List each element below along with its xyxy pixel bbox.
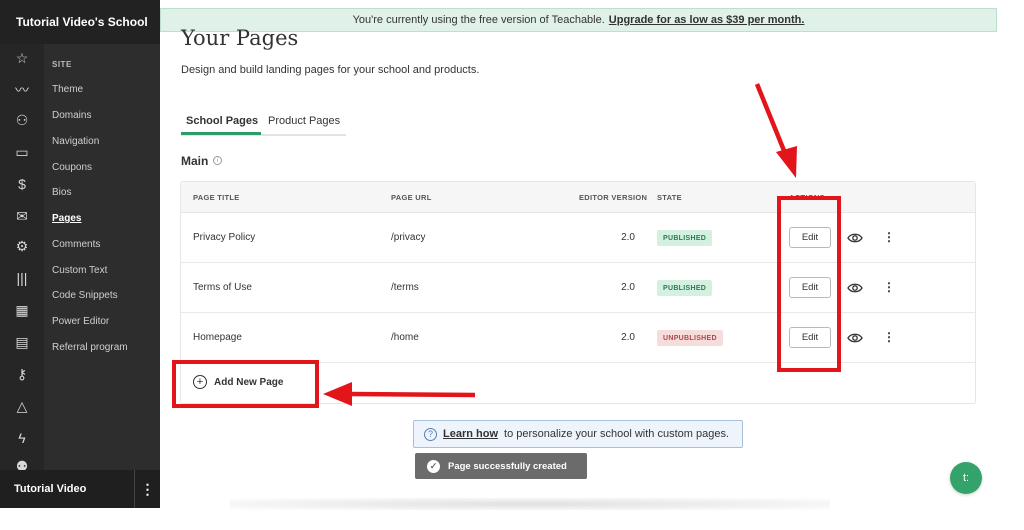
sidebar: Tutorial Video's School ☆ 〰 ⚇ ▭ $ ✉ ⚙ ||… (0, 0, 160, 508)
upgrade-link[interactable]: Upgrade for as low as $39 per month. (609, 14, 805, 26)
row-url: /privacy (391, 232, 426, 243)
section-title: Main (181, 154, 209, 168)
more-options-icon[interactable]: ⋮ (883, 329, 895, 345)
row-url: /terms (391, 282, 419, 293)
shapes-icon[interactable]: △ (12, 396, 32, 416)
arrow-down-head (776, 146, 797, 178)
school-name[interactable]: Tutorial Video's School (0, 0, 160, 44)
row-version: 2.0 (621, 332, 635, 343)
page-title: Your Pages (181, 26, 299, 50)
sidebar-item-referral-program[interactable]: Referral program (52, 342, 128, 353)
question-icon: ? (424, 427, 437, 441)
gear-icon[interactable]: ⚙ (12, 236, 32, 256)
page-description: Design and build landing pages for your … (181, 64, 480, 76)
sidebar-item-coupons[interactable]: Coupons (52, 162, 92, 173)
sidebar-item-navigation[interactable]: Navigation (52, 136, 99, 147)
annotation-box-add-page (172, 360, 319, 408)
sidebar-item-comments[interactable]: Comments (52, 239, 100, 250)
chat-button[interactable]: t: (950, 462, 982, 494)
more-options-icon[interactable]: ⋮ (883, 229, 895, 245)
info-text: to personalize your school with custom p… (504, 428, 730, 440)
bottom-shadow (230, 498, 830, 510)
row-title[interactable]: Terms of Use (193, 282, 252, 293)
arrow-down-line (754, 83, 790, 159)
status-badge: PUBLISHED (657, 230, 713, 246)
table-row: Terms of Use /terms 2.0 PUBLISHED Edit ⋮ (181, 263, 975, 313)
dollar-icon[interactable]: $ (12, 174, 32, 194)
library-icon[interactable]: ||| (12, 268, 32, 288)
row-version: 2.0 (621, 282, 635, 293)
bolt-icon[interactable]: ϟ (12, 428, 32, 448)
tab-product-pages[interactable]: Product Pages (268, 115, 340, 127)
column-editor-version: EDITOR VERSION (579, 193, 648, 202)
more-options-icon[interactable]: ⋮ (883, 279, 895, 295)
sidebar-item-power-editor[interactable]: Power Editor (52, 316, 109, 327)
row-url: /home (391, 332, 419, 343)
key-icon[interactable]: ⚷ (12, 364, 32, 384)
column-state: STATE (657, 193, 682, 202)
status-badge: UNPUBLISHED (657, 330, 723, 346)
annotation-box-actions (777, 196, 841, 372)
app-window: Tutorial Video's School ☆ 〰 ⚇ ▭ $ ✉ ⚙ ||… (0, 0, 1024, 530)
column-page-url: PAGE URL (391, 193, 432, 202)
column-page-title: PAGE TITLE (193, 193, 240, 202)
toast-message: Page successfully created (448, 460, 567, 472)
star-icon[interactable]: ☆ (12, 48, 32, 68)
eye-icon[interactable] (847, 231, 863, 245)
info-callout: ? Learn how to personalize your school w… (413, 420, 743, 448)
banner-text: You're currently using the free version … (352, 14, 605, 26)
sidebar-item-theme[interactable]: Theme (52, 84, 83, 95)
sidebar-item-custom-text[interactable]: Custom Text (52, 265, 107, 276)
table-header: PAGE TITLE PAGE URL EDITOR VERSION STATE… (181, 182, 975, 213)
check-icon: ✓ (427, 459, 440, 473)
table-row: Homepage /home 2.0 UNPUBLISHED Edit ⋮ (181, 313, 975, 363)
tab-school-pages[interactable]: School Pages (186, 115, 258, 127)
eye-icon[interactable] (847, 331, 863, 345)
page-tabs: School Pages Product Pages (181, 114, 346, 136)
sidebar-item-domains[interactable]: Domains (52, 110, 91, 121)
report-icon[interactable]: ▤ (12, 332, 32, 352)
row-title[interactable]: Homepage (193, 332, 242, 343)
info-icon[interactable]: i (213, 156, 222, 165)
devices-icon[interactable]: ▭ (12, 142, 32, 162)
icon-rail: ☆ 〰 ⚇ ▭ $ ✉ ⚙ ||| ▦ ▤ ⚷ △ ϟ ⚉ (0, 44, 44, 474)
sidebar-footer-user[interactable]: Tutorial Video ⋮ (0, 470, 160, 508)
sidebar-item-pages[interactable]: Pages (52, 213, 81, 224)
sidebar-item-code-snippets[interactable]: Code Snippets (52, 290, 118, 301)
learn-how-link[interactable]: Learn how (443, 428, 498, 440)
sidebar-section-label: SITE (52, 60, 72, 69)
mail-icon[interactable]: ✉ (12, 206, 32, 226)
success-toast: ✓ Page successfully created (415, 453, 587, 479)
eye-icon[interactable] (847, 281, 863, 295)
footer-menu-icon[interactable]: ⋮ (134, 470, 160, 508)
users-icon[interactable]: ⚇ (12, 110, 32, 130)
calendar-icon[interactable]: ▦ (12, 300, 32, 320)
footer-user-label: Tutorial Video (14, 483, 87, 495)
row-title[interactable]: Privacy Policy (193, 232, 255, 243)
trend-icon[interactable]: 〰 (12, 80, 32, 100)
status-badge: PUBLISHED (657, 280, 713, 296)
sidebar-item-bios[interactable]: Bios (52, 187, 71, 198)
row-version: 2.0 (621, 232, 635, 243)
active-tab-indicator (181, 132, 261, 135)
table-row: Privacy Policy /privacy 2.0 PUBLISHED Ed… (181, 213, 975, 263)
